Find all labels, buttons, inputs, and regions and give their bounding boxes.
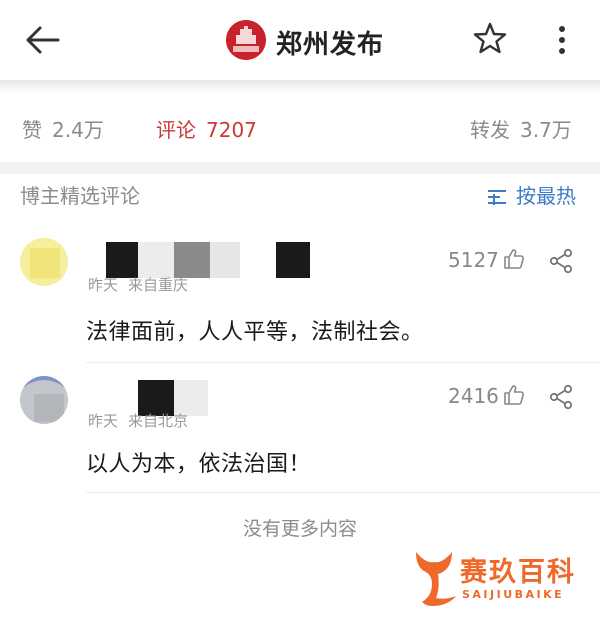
share-icon[interactable]: [548, 384, 574, 410]
watermark-subtext: SAIJIUBAIKE: [462, 588, 565, 601]
comment-location: 来自重庆: [128, 276, 189, 294]
stats-bar: 赞 2.4万 评论 7207 转发 3.7万: [0, 100, 600, 158]
comment-item: 昨天 来自北京 2416 以人为本，依法治国！: [0, 374, 600, 514]
thumbs-up-icon: [504, 385, 524, 405]
comment-item: 昨天 来自重庆 5127 法律面前，人人平等，法制社会。: [0, 236, 600, 376]
thumbs-up-icon: [504, 249, 524, 269]
header-shadow: [0, 80, 600, 94]
top-bar: 郑州发布: [0, 0, 600, 82]
page-title: 郑州发布: [276, 30, 385, 60]
comment-time: 昨天: [88, 276, 119, 294]
like-button[interactable]: 5127: [448, 248, 525, 272]
username-redacted: [106, 242, 138, 278]
watermark-text: 赛玖百科: [460, 557, 576, 588]
likes-tab[interactable]: 赞 2.4万: [22, 114, 104, 143]
username-redacted: [276, 242, 310, 278]
comment-location: 来自北京: [128, 412, 189, 430]
more-vertical-icon[interactable]: [552, 22, 572, 58]
avatar[interactable]: [20, 238, 68, 286]
like-count: 5127: [448, 248, 499, 272]
whale-tail-logo-icon: [416, 552, 456, 606]
star-outline-icon[interactable]: [472, 20, 508, 56]
comments-tab[interactable]: 评论 7207: [156, 114, 257, 143]
account-avatar[interactable]: [226, 20, 266, 60]
avatar-image: [20, 376, 68, 424]
comment-text: 法律面前，人人平等，法制社会。: [86, 320, 424, 345]
arrow-left-icon[interactable]: [22, 22, 62, 58]
city-emblem-icon: [226, 20, 266, 60]
comment-divider: [86, 492, 600, 493]
section-separator: [0, 162, 600, 174]
comment-meta: 昨天 来自重庆: [88, 274, 188, 295]
comment-text: 以人为本，依法治国！: [86, 452, 312, 477]
like-button[interactable]: 2416: [448, 384, 525, 408]
reposts-label: 转发: [470, 118, 510, 142]
username-redacted: [174, 242, 210, 278]
reposts-count: 3.7万: [520, 118, 572, 142]
watermark: 赛玖百科 SAIJIUBAIKE: [410, 548, 600, 612]
avatar-image: [20, 238, 68, 286]
comments-count: 7207: [206, 118, 257, 142]
sort-lines-icon: [488, 190, 506, 205]
share-icon[interactable]: [548, 248, 574, 274]
username-redacted: [138, 242, 174, 278]
likes-count: 2.4万: [52, 118, 104, 142]
comment-time: 昨天: [88, 412, 119, 430]
likes-label: 赞: [22, 118, 42, 142]
reposts-tab[interactable]: 转发 3.7万: [470, 114, 572, 143]
sort-label: 按最热: [516, 184, 576, 208]
comments-label: 评论: [156, 118, 196, 142]
username-redacted: [210, 242, 240, 278]
like-count: 2416: [448, 384, 499, 408]
comments-section-header: 博主精选评论 按最热: [0, 174, 600, 214]
comment-divider: [86, 362, 600, 363]
comment-meta: 昨天 来自北京: [88, 410, 188, 431]
section-title: 博主精选评论: [20, 184, 140, 208]
sort-button[interactable]: 按最热: [486, 180, 576, 209]
avatar[interactable]: [20, 376, 68, 424]
no-more-content: 没有更多内容: [242, 518, 357, 540]
